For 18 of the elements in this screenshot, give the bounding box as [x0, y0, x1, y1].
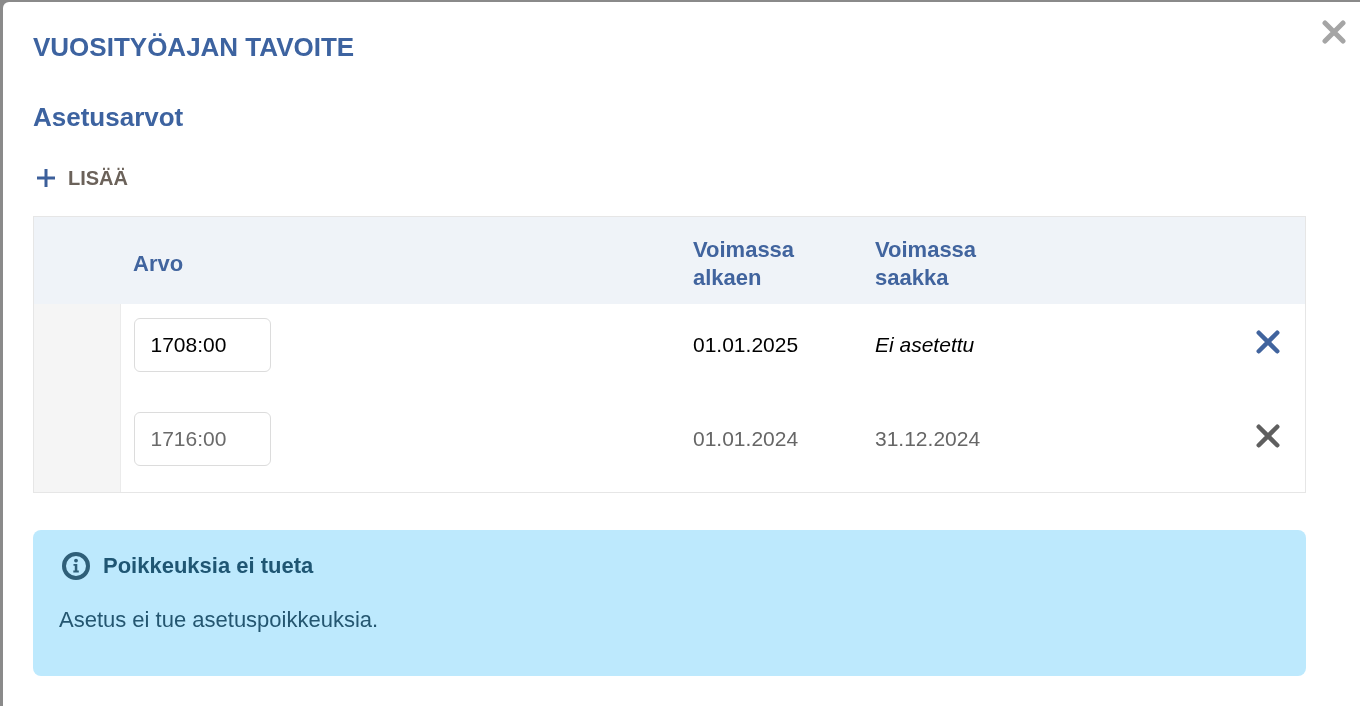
plus-icon — [36, 168, 56, 188]
column-header: Arvo — [133, 250, 184, 278]
close-icon — [1322, 20, 1346, 44]
add-button[interactable]: LISÄÄ — [33, 162, 132, 194]
column-header: Voimassa alkaen — [693, 236, 796, 292]
alert-text: Asetus ei tue asetuspoikkeuksia. — [59, 608, 380, 632]
dialog-title: VUOSITYÖAJAN TAVOITE — [33, 32, 355, 62]
x-icon — [1256, 330, 1280, 354]
alert-title: Poikkeuksia ei tueta — [103, 552, 314, 580]
table-cell-text: 31.12.2024 — [874, 426, 982, 452]
column-header: Voimassa saakka — [875, 236, 978, 292]
value-input[interactable]: 1708:00 — [133, 318, 271, 372]
x-icon — [1256, 424, 1280, 448]
table-cell: Ei asetettu — [862, 304, 1229, 398]
table-cell: 01.01.2025 — [680, 304, 862, 398]
section-title: Asetusarvot — [33, 102, 185, 132]
info-icon — [62, 552, 90, 580]
table-cell-text: 01.01.2024 — [692, 426, 800, 452]
